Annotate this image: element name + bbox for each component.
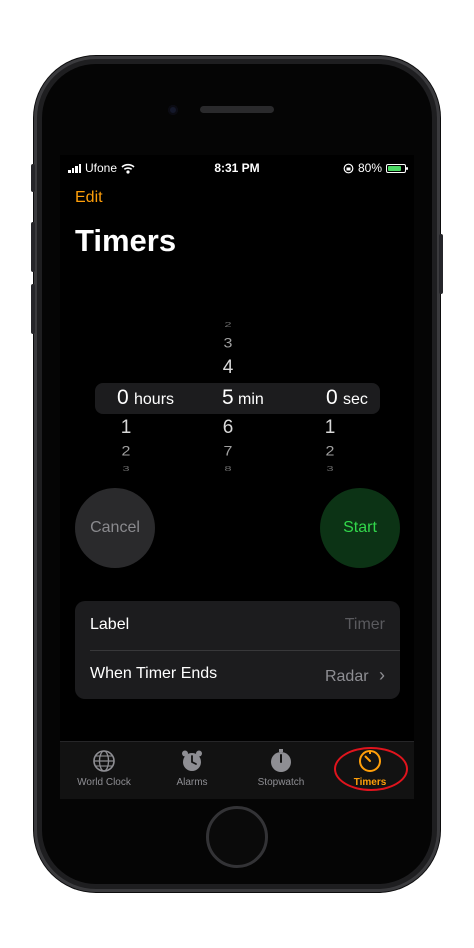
earpiece-speaker [200, 106, 274, 113]
home-button[interactable] [206, 806, 268, 868]
orientation-lock-icon [343, 163, 354, 173]
hours-wheel-option[interactable]: 1 [111, 417, 141, 439]
battery-percent: 80% [357, 161, 382, 175]
power-button [439, 234, 443, 294]
tab-alarms-label: Alarms [176, 777, 208, 788]
minutes-wheel-option[interactable]: 7 [213, 444, 243, 459]
cancel-button-label: Cancel [90, 519, 140, 536]
screen: Ufone 8:31 PM 80% Edit Timers 1 2 3 0 ho… [60, 155, 414, 799]
cancel-button[interactable]: Cancel [75, 488, 155, 568]
hours-wheel-option[interactable]: 2 [111, 444, 141, 459]
timer-settings-group: Label Timer When Timer Ends Radar › [75, 601, 400, 699]
minutes-unit-label: min [238, 391, 264, 408]
globe-icon [93, 750, 115, 772]
minutes-wheel-option[interactable]: 2 [213, 320, 243, 328]
front-camera [168, 105, 178, 115]
page-title: Timers [75, 223, 177, 258]
minutes-wheel-option[interactable]: 3 [213, 336, 243, 351]
seconds-wheel-option[interactable]: 1 [315, 417, 345, 439]
label-row-title: Label [90, 616, 130, 633]
tab-world-clock[interactable]: World Clock [60, 748, 148, 788]
sound-name: Radar [324, 668, 369, 685]
seconds-wheel-option[interactable]: 2 [315, 444, 345, 459]
minutes-wheel-option[interactable]: 8 [213, 464, 243, 472]
tab-alarms[interactable]: Alarms [148, 748, 236, 788]
tab-world-clock-label: World Clock [77, 777, 131, 788]
battery-charging-icon [386, 163, 408, 173]
volume-up-button [31, 222, 35, 272]
status-bar: Ufone 8:31 PM 80% [60, 155, 414, 179]
minutes-wheel-option[interactable]: 6 [213, 417, 243, 439]
mute-switch [31, 164, 35, 192]
edit-button[interactable]: Edit [75, 189, 103, 207]
start-button-label: Start [343, 519, 377, 536]
highlight-annotation-oval [334, 747, 408, 791]
tab-stopwatch-label: Stopwatch [257, 777, 305, 788]
volume-down-button [31, 284, 35, 334]
when-timer-ends-row[interactable]: When Timer Ends Radar › [75, 650, 400, 699]
alarm-clock-icon [182, 750, 202, 771]
seconds-wheel-option[interactable]: 3 [315, 464, 345, 472]
minutes-selected-value[interactable]: 5 [222, 386, 234, 410]
start-button[interactable]: Start [320, 488, 400, 568]
label-row-value[interactable]: Timer [345, 616, 385, 634]
when-timer-ends-title: When Timer Ends [90, 665, 218, 682]
stopwatch-icon [271, 749, 291, 772]
hours-selected-value[interactable]: 0 [117, 386, 129, 410]
hours-wheel-option[interactable]: 3 [111, 464, 141, 472]
chevron-right-icon: › [379, 665, 385, 685]
tab-stopwatch[interactable]: Stopwatch [237, 748, 325, 788]
when-timer-ends-value: Radar › [325, 665, 385, 686]
seconds-unit-label: sec [343, 391, 368, 408]
timer-picker[interactable]: 1 2 3 0 hours 2 3 4 5 min 6 7 8 0 sec 1 … [60, 313, 414, 483]
seconds-selected-value[interactable]: 0 [326, 386, 338, 410]
hours-unit-label: hours [134, 391, 175, 408]
label-row[interactable]: Label Timer [75, 601, 400, 650]
minutes-wheel-option[interactable]: 4 [213, 357, 243, 379]
